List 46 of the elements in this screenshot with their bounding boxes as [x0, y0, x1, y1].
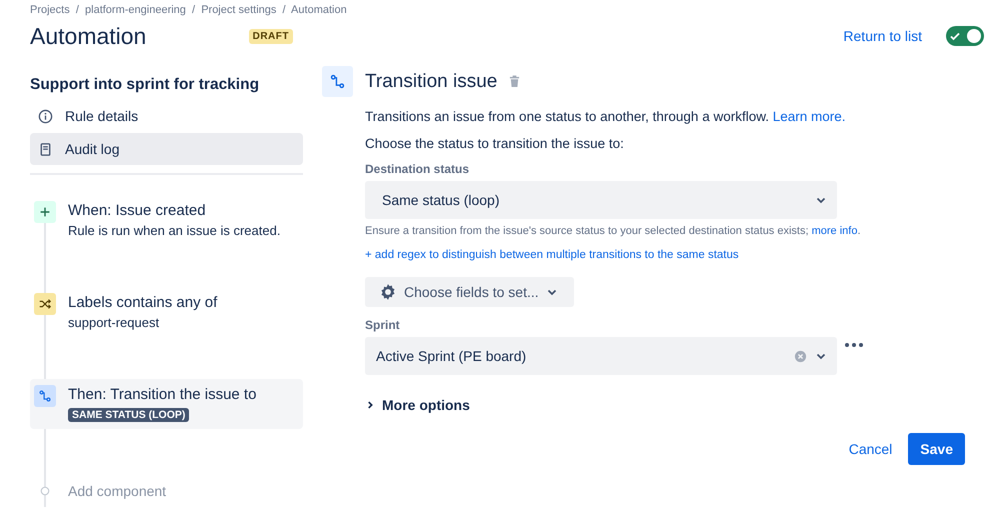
field-label: Sprint: [365, 318, 401, 332]
step-title: When: Issue created: [68, 201, 207, 221]
helper-text: Ensure a transition from the issue's source status to your selected destination status exists; more info.: [365, 225, 862, 237]
cancel-button[interactable]: Cancel: [844, 435, 896, 463]
check-icon: [949, 30, 961, 42]
chevron-right-icon: [365, 400, 375, 410]
rule-name: Support into sprint for tracking: [30, 76, 260, 94]
page-title: Automation: [30, 22, 146, 50]
more-icon: [845, 343, 863, 347]
step-detail: Rule is run when an issue is created.: [68, 223, 280, 238]
save-button[interactable]: Save: [908, 433, 965, 465]
learn-more-link[interactable]: Learn more.: [772, 109, 846, 124]
rule-step[interactable]: Labels contains any of support-request: [30, 287, 303, 379]
info-icon: [38, 108, 53, 124]
destination-status-select[interactable]: Same status (loop): [365, 181, 837, 219]
rule-step[interactable]: Then: Transition the issue to SAME STATUS (LOOP): [30, 379, 303, 429]
sidebar-item[interactable]: Audit log: [30, 133, 303, 165]
choose-fields-button[interactable]: Choose fields to set...: [365, 277, 574, 307]
document-icon: [38, 142, 53, 156]
step-title: Then: Transition the issue to: [68, 385, 256, 405]
sprint-select[interactable]: Active Sprint (PE board): [365, 337, 837, 375]
more-actions-button[interactable]: [845, 343, 863, 347]
gear-icon: [379, 283, 397, 301]
more-info-link[interactable]: more info: [812, 225, 858, 237]
transition-icon: [322, 66, 353, 97]
breadcrumbs: Projects / platform-engineering / Project settings / Automation: [30, 3, 347, 17]
rule-toggle[interactable]: [946, 26, 984, 46]
status-lozenge: SAME STATUS (LOOP): [68, 408, 190, 422]
step-title: Add component: [68, 482, 166, 501]
trash-icon: [509, 75, 520, 88]
return-to-list-link[interactable]: Return to list: [843, 28, 922, 44]
description-text: Transitions an issue from one status to another, through a workflow. Learn more.: [365, 109, 847, 124]
field-label: Destination status: [365, 162, 470, 176]
clear-icon: [794, 350, 807, 362]
transition-icon: [34, 385, 56, 407]
shuffle-icon: [34, 293, 56, 315]
step-detail: support-request: [68, 315, 160, 330]
plus-icon: [34, 201, 56, 223]
instruction-text: Choose the status to transition the issue to:: [365, 136, 625, 151]
step-title: Labels contains any of: [68, 293, 218, 313]
more-options-toggle[interactable]: More options: [365, 397, 470, 413]
panel-title: Transition issue: [365, 70, 498, 92]
draft-lozenge: DRAFT: [248, 28, 293, 44]
rule-step[interactable]: When: Issue created Rule is run when an issue is created.: [30, 195, 303, 287]
add-regex-link[interactable]: + add regex to distinguish between multiple transitions to the same status: [365, 249, 739, 261]
sidebar-item[interactable]: Rule details: [30, 100, 303, 132]
